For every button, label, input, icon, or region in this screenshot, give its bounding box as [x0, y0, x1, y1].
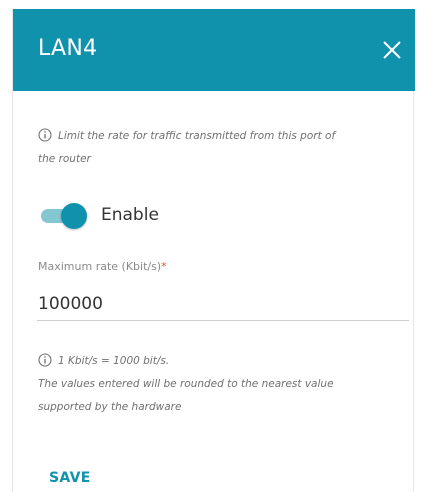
enable-label: Enable — [101, 205, 159, 225]
hint-line-2: The values entered will be rounded to th… — [38, 378, 334, 390]
hint-line-1: 1 Kbit/s = 1000 bit/s. — [58, 355, 170, 367]
dialog-header: LAN4 — [13, 9, 415, 91]
required-mark: * — [161, 260, 167, 273]
hint-line-3: supported by the hardware — [38, 401, 182, 413]
info-icon — [38, 353, 52, 367]
description-text: Limit the rate for traffic transmitted f… — [38, 125, 408, 171]
save-button[interactable]: SAVE — [49, 470, 91, 486]
description-line-2: the router — [38, 153, 91, 165]
max-rate-label-text: Maximum rate (Kbit/s) — [38, 260, 162, 273]
dialog-title: LAN4 — [38, 36, 98, 61]
hint-text: 1 Kbit/s = 1000 bit/s. The values entere… — [38, 350, 408, 419]
max-rate-input[interactable] — [37, 287, 409, 321]
description-line-1: Limit the rate for traffic transmitted f… — [58, 130, 336, 142]
enable-toggle[interactable] — [41, 203, 87, 229]
close-icon — [383, 41, 401, 59]
lan4-dialog: LAN4 Limit the rate for traffic transmit… — [12, 9, 415, 492]
info-icon — [38, 128, 52, 142]
max-rate-label: Maximum rate (Kbit/s)* — [38, 260, 167, 273]
close-button[interactable] — [377, 35, 407, 65]
toggle-knob — [61, 203, 87, 229]
